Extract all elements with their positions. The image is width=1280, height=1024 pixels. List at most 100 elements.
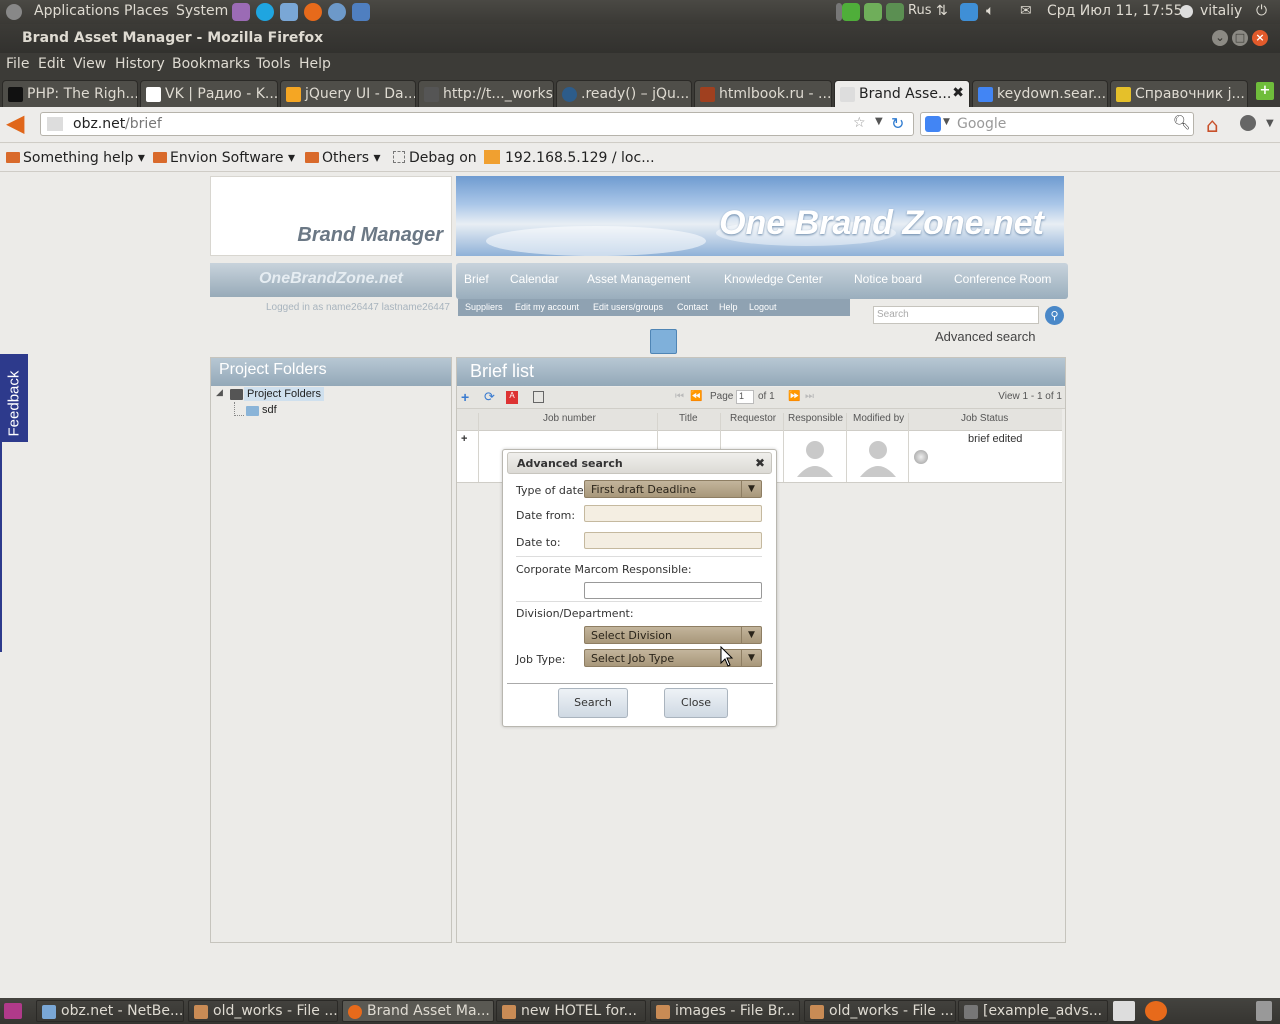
url-bar[interactable]: obz.net /brief ☆ ▼ ↻	[40, 112, 914, 136]
engine-dropdown-icon[interactable]: ▼	[943, 117, 950, 127]
nav-notice-board[interactable]: Notice board	[854, 272, 922, 286]
addon-dropdown-icon[interactable]: ▼	[1266, 118, 1274, 129]
firefox-tray-icon[interactable]	[1145, 1001, 1167, 1021]
lock-icon[interactable]	[1113, 1001, 1135, 1021]
nav-asset-management[interactable]: Asset Management	[587, 272, 690, 286]
task-old-works-2[interactable]: old_works - File ...	[804, 1000, 956, 1022]
system-menu[interactable]: System	[176, 3, 228, 19]
google-engine-icon[interactable]	[925, 116, 941, 132]
tree-item-sdf[interactable]: sdf	[262, 404, 277, 416]
prev-page-icon[interactable]: ⏪	[690, 391, 702, 402]
menu-history[interactable]: History	[115, 56, 165, 72]
maximize-icon[interactable]: □	[1232, 30, 1248, 46]
clock[interactable]: Срд Июл 11, 17:55	[1047, 3, 1183, 19]
menu-help[interactable]: Help	[299, 56, 331, 72]
subnav-edit-account[interactable]: Edit my account	[515, 302, 579, 312]
marcom-input[interactable]	[584, 582, 762, 599]
brand-manager-logo[interactable]: Brand Manager	[210, 176, 452, 256]
minimize-icon[interactable]: ⌄	[1212, 30, 1228, 46]
bookmark-folder-others[interactable]: Others ▾	[305, 150, 381, 166]
col-modified-by[interactable]: Modified by	[853, 413, 904, 424]
subnav-logout[interactable]: Logout	[749, 302, 777, 312]
search-icon[interactable]: 🔍︎	[1173, 115, 1191, 131]
new-tab-icon[interactable]: +	[1256, 82, 1274, 100]
feedback-tab[interactable]: Feedback	[0, 354, 28, 442]
first-page-icon[interactable]: ⏮	[675, 391, 684, 402]
thunderbird-icon[interactable]	[352, 3, 370, 21]
col-responsible[interactable]: Responsible	[788, 413, 843, 424]
back-arrow-icon[interactable]: ◀	[6, 111, 24, 135]
job-type-select[interactable]: Select Job Type ▼	[584, 649, 762, 667]
url-dropdown-icon[interactable]: ▼	[875, 116, 883, 127]
subnav-contact[interactable]: Contact	[677, 302, 708, 312]
advanced-search-link[interactable]: Advanced search	[935, 329, 1035, 344]
subnav-help[interactable]: Help	[719, 302, 738, 312]
search-button[interactable]: Search	[558, 688, 628, 718]
page-number-input[interactable]: 1	[736, 390, 754, 404]
virtualbox-icon[interactable]	[280, 3, 298, 21]
pdf-icon[interactable]: A	[506, 391, 518, 404]
pidgin-icon[interactable]	[232, 3, 250, 21]
refresh-icon[interactable]: ⟳	[484, 389, 495, 405]
col-job-status[interactable]: Job Status	[961, 413, 1008, 424]
col-title[interactable]: Title	[679, 413, 698, 424]
subnav-suppliers[interactable]: Suppliers	[465, 302, 503, 312]
tab-jquery-ui[interactable]: jQuery UI - Da...	[280, 80, 416, 107]
firefox-launcher-icon[interactable]	[304, 3, 322, 21]
window-close-icon[interactable]: ×	[1252, 30, 1268, 46]
col-job-number[interactable]: Job number	[543, 413, 596, 424]
site-search-input[interactable]: Search	[873, 306, 1039, 324]
division-select[interactable]: Select Division ▼	[584, 626, 762, 644]
network-icon[interactable]	[864, 3, 882, 21]
task-new-hotel[interactable]: new HOTEL for...	[496, 1000, 646, 1022]
task-images[interactable]: images - File Br...	[650, 1000, 800, 1022]
task-old-works-1[interactable]: old_works - File ...	[188, 1000, 338, 1022]
task-netbeans[interactable]: obz.net - NetBe...	[36, 1000, 184, 1022]
next-page-icon[interactable]: ⏩	[788, 391, 800, 402]
menu-edit[interactable]: Edit	[38, 56, 65, 72]
power-icon[interactable]: ⏻	[1256, 3, 1267, 19]
date-from-input[interactable]	[584, 505, 762, 522]
nav-brief[interactable]: Brief	[464, 272, 489, 286]
bookmark-folder-something-help[interactable]: Something help ▾	[6, 150, 145, 166]
tab-jquery-ready[interactable]: .ready() – jQu...	[556, 80, 692, 107]
tab-spravochnik[interactable]: Справочник j...	[1110, 80, 1248, 107]
bookmark-phpmyadmin[interactable]: 192.168.5.129 / loc...	[484, 150, 655, 166]
sync-icon[interactable]	[886, 3, 904, 21]
site-identity-icon[interactable]	[47, 117, 63, 131]
mail-icon[interactable]: ✉	[1020, 3, 1032, 19]
type-of-date-select[interactable]: First draft Deadline ▼	[584, 480, 762, 498]
tab-keydown[interactable]: keydown.sear...	[972, 80, 1108, 107]
nav-knowledge-center[interactable]: Knowledge Center	[724, 272, 823, 286]
tab-close-icon[interactable]: ✖	[952, 85, 964, 101]
last-page-icon[interactable]: ⏭	[805, 391, 814, 402]
trash-icon[interactable]	[1256, 1001, 1272, 1021]
tree-expander-icon[interactable]: ◢	[216, 388, 223, 398]
bookmark-folder-envion[interactable]: Envion Software ▾	[153, 150, 295, 166]
task-brand-asset[interactable]: Brand Asset Ma...	[342, 1000, 494, 1022]
nav-conference-room[interactable]: Conference Room	[954, 272, 1051, 286]
nav-calendar[interactable]: Calendar	[510, 272, 559, 286]
tree-root[interactable]: Project Folders	[244, 387, 324, 401]
keyboard-layout[interactable]: Rus	[908, 3, 931, 18]
col-requestor[interactable]: Requestor	[730, 413, 776, 424]
addon-icon[interactable]	[1240, 115, 1256, 131]
tab-brand-asset[interactable]: Brand Asse... ✖	[834, 80, 970, 107]
row-expand-icon[interactable]: +	[461, 433, 467, 445]
tab-htmlbook[interactable]: htmlbook.ru - ...	[694, 80, 832, 107]
show-desktop-icon[interactable]	[4, 1003, 22, 1019]
subnav-edit-users[interactable]: Edit users/groups	[593, 302, 663, 312]
home-icon[interactable]: ⌂	[1206, 113, 1219, 137]
menu-view[interactable]: View	[73, 56, 106, 72]
close-button[interactable]: Close	[664, 688, 728, 718]
user-name[interactable]: vitaliy	[1200, 3, 1242, 19]
menu-file[interactable]: File	[6, 56, 29, 72]
dialog-close-icon[interactable]: ✖	[755, 456, 765, 470]
skype-icon[interactable]	[256, 3, 274, 21]
tab-vk[interactable]: VK | Радио - K...	[140, 80, 278, 107]
volume-icon[interactable]: 🔈︎	[986, 3, 994, 19]
transfer-arrows-icon[interactable]: ⇅	[936, 3, 948, 19]
tab-old-works[interactable]: http://t..._works/	[418, 80, 554, 107]
places-menu[interactable]: Places	[124, 3, 169, 19]
menu-tools[interactable]: Tools	[256, 56, 291, 72]
